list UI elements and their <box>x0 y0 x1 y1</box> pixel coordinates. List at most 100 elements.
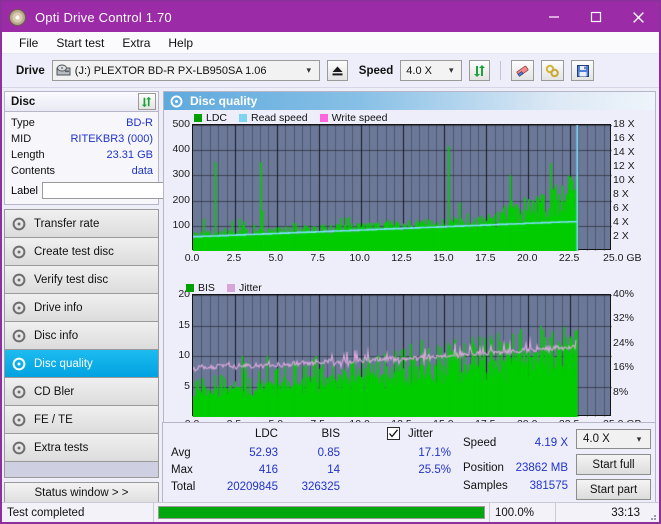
quality-top-chart-xtick-2: 5.0 <box>268 252 284 264</box>
disc-type-value: BD-R <box>126 117 153 129</box>
drive-label: Drive <box>16 64 45 77</box>
stats-row-label-total: Total <box>171 481 196 493</box>
chevron-down-icon[interactable]: ▾ <box>301 65 317 76</box>
legend-swatch-ldc <box>194 114 202 122</box>
disc-mid-value: RITEKBR3 (000) <box>70 133 153 145</box>
speed-select[interactable]: 4.0 X ▾ <box>400 60 463 81</box>
tools-button[interactable] <box>541 60 565 81</box>
status-bar: Test completed 100.0% 33:13 <box>2 502 659 522</box>
sidebar-item-disc-info[interactable]: Disc info <box>5 322 158 350</box>
speed-stat-value: 4.19 X <box>534 437 568 449</box>
quality-top-chart-y2tick-7: 16 X <box>613 132 635 144</box>
bottom-chart-plot[interactable] <box>192 294 612 417</box>
quality-top-chart-y2tick-6: 14 X <box>613 146 635 158</box>
drive-toolbar: Drive (J:) PLEXTOR BD-R PX-LB950SA 1.06 … <box>2 54 659 88</box>
quality-top-chart-xtick-8: 20.0 <box>516 252 538 264</box>
quality-bottom-chart-y2tick-4: 40% <box>613 288 635 300</box>
stats-header-jitter: Jitter <box>408 428 433 440</box>
disc-length-value: 23.31 GB <box>106 149 153 161</box>
maximize-icon[interactable] <box>575 2 617 32</box>
menu-help[interactable]: Help <box>159 34 202 52</box>
chevron-down-icon[interactable]: ▾ <box>443 65 459 76</box>
sidebar-item-fe-te[interactable]: FE / TE <box>5 406 158 434</box>
disc-quality-panel: Disc quality LDC Read speed Write speed <box>163 91 656 460</box>
position-stat-value: 23862 MB <box>515 462 568 474</box>
sidebar-item-label: Drive info <box>34 301 83 314</box>
quality-bottom-chart-y2tick-1: 16% <box>613 361 635 374</box>
quality-bottom-chart-y2tick-0: 8% <box>613 385 629 398</box>
menu-file[interactable]: File <box>10 34 47 52</box>
stats-max-ldc: 416 <box>258 464 278 476</box>
drive-icon <box>56 64 71 76</box>
quality-top-chart-ytick-1: 200 <box>172 193 190 206</box>
disc-quality-icon <box>170 95 183 107</box>
menu-extra[interactable]: Extra <box>113 34 159 52</box>
save-button[interactable] <box>571 60 595 81</box>
minimize-icon[interactable] <box>533 2 575 32</box>
disc-transfer-icon <box>12 217 26 230</box>
sidebar-item-label: Extra tests <box>34 441 89 454</box>
stats-header-ldc: LDC <box>254 428 278 440</box>
refresh-icon <box>473 64 485 77</box>
sidebar-item-disc-quality[interactable]: Disc quality <box>5 350 158 378</box>
close-icon[interactable] <box>617 2 659 32</box>
drive-select[interactable]: (J:) PLEXTOR BD-R PX-LB950SA 1.06 ▾ <box>51 60 320 81</box>
disc-quality-icon <box>12 357 26 370</box>
quality-top-chart-y2tick-0: 2 X <box>613 230 629 242</box>
legend-label-jitter: Jitter <box>238 282 262 294</box>
disc-label-caption: Label <box>11 184 38 197</box>
quality-bottom-chart-y2tick-3: 32% <box>613 312 635 325</box>
resize-grip-icon[interactable] <box>645 503 659 523</box>
quality-bottom-chart-canvas <box>193 295 612 417</box>
legend-swatch-write-speed <box>319 114 328 122</box>
refresh-button[interactable] <box>469 60 491 81</box>
stats-total-bis: 326325 <box>301 481 340 493</box>
disc-row-mid: MID RITEKBR3 (000) <box>11 131 153 147</box>
speed-label: Speed <box>358 64 394 77</box>
sidebar-item-drive-info[interactable]: Drive info <box>5 294 158 322</box>
disc-row-type: Type BD-R <box>11 115 153 131</box>
quality-top-chart-ytick-4: 500 <box>172 118 190 130</box>
erase-button[interactable] <box>511 60 535 81</box>
start-part-button[interactable]: Start part <box>576 479 651 500</box>
quality-bottom-chart-ytick-1: 10 <box>178 349 190 361</box>
toolbar-separator <box>500 61 502 80</box>
top-chart-plot[interactable] <box>192 124 612 251</box>
sidebar-item-label: Create test disc <box>34 245 114 258</box>
stats-total-ldc: 20209845 <box>226 481 278 493</box>
eject-button[interactable] <box>326 60 348 81</box>
start-full-button[interactable]: Start full <box>576 454 651 475</box>
disc-panel: Disc Type BD-R MID RITEKBR3 (000) Length… <box>4 91 245 205</box>
sidebar-item-create-test-disc[interactable]: Create test disc <box>5 238 158 266</box>
jitter-checkbox[interactable] <box>387 427 400 440</box>
sidebar-item-extra-tests[interactable]: Extra tests <box>5 434 158 462</box>
quality-top-chart-y2tick-8: 18 X <box>613 118 635 130</box>
status-message: Test completed <box>2 502 154 522</box>
status-window-button[interactable]: Status window > > <box>4 482 159 504</box>
stats-avg-bis: 0.85 <box>317 447 340 459</box>
legend-label-bis: BIS <box>198 282 215 294</box>
legend-label-read-speed: Read speed <box>251 112 308 124</box>
quality-top-chart-canvas <box>193 125 612 251</box>
legend-label-write-speed: Write speed <box>331 112 388 124</box>
menu-start-test[interactable]: Start test <box>47 34 113 52</box>
quality-top-chart-ytick-3: 400 <box>172 143 190 156</box>
sidebar-item-transfer-rate[interactable]: Transfer rate <box>5 210 158 238</box>
nav-list: Transfer rate Create test disc Verify te… <box>4 209 159 478</box>
check-icon <box>389 429 399 438</box>
window-controls <box>533 2 659 32</box>
quality-top-chart-y2tick-2: 6 X <box>613 202 629 214</box>
sidebar-item-verify-test-disc[interactable]: Verify test disc <box>5 266 158 294</box>
chevron-down-icon[interactable]: ▾ <box>631 434 647 445</box>
disc-quality-header: Disc quality <box>164 92 655 110</box>
sidebar-item-cd-bler[interactable]: CD Bler <box>5 378 158 406</box>
test-speed-select[interactable]: 4.0 X ▾ <box>576 429 651 449</box>
disc-row-length: Length 23.31 GB <box>11 147 153 163</box>
stats-row-label-avg: Avg <box>171 447 191 459</box>
app-disc-icon <box>9 8 26 26</box>
quality-top-chart-y2tick-4: 10 X <box>613 174 635 186</box>
main-body: Disc Type BD-R MID RITEKBR3 (000) Length… <box>2 88 659 504</box>
disc-panel-title: Disc <box>11 95 36 108</box>
disc-refresh-button[interactable] <box>138 93 156 110</box>
title-bar: Opti Drive Control 1.70 <box>2 2 659 32</box>
